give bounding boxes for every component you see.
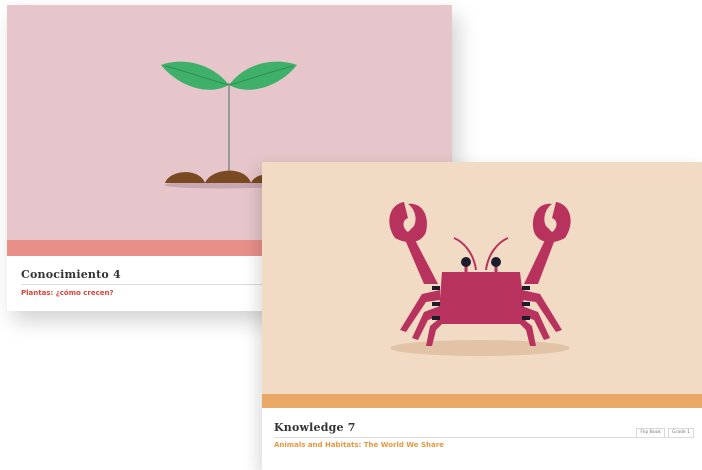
book-title: Knowledge 7 — [274, 421, 356, 434]
book-cover-card-english[interactable]: Knowledge 7 Flip Book Grade 1 Animals an… — [262, 162, 702, 470]
book-subtitle: Animals and Habitats: The World We Share — [274, 441, 444, 449]
divider — [21, 284, 271, 285]
cover-illustration — [262, 162, 702, 394]
divider — [274, 437, 692, 438]
book-title: Conocimiento 4 — [21, 268, 121, 281]
crab-icon — [389, 202, 571, 356]
cover-stripe — [262, 394, 702, 408]
book-subtitle: Plantas: ¿cómo crecen? — [21, 289, 114, 297]
